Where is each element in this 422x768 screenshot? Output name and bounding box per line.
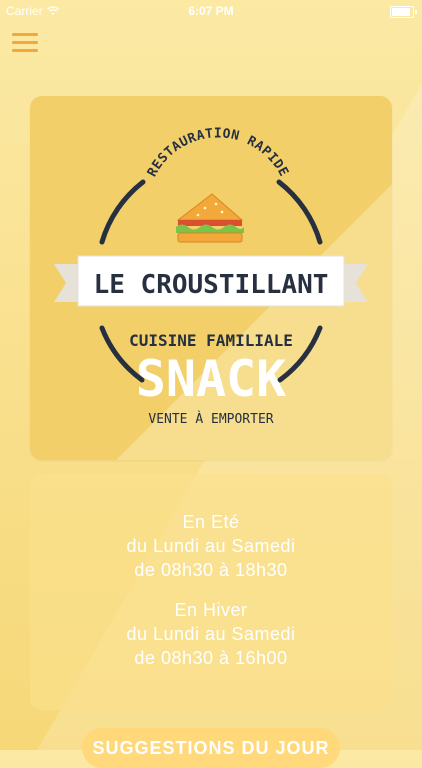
winter-days: du Lundi au Samedi — [126, 624, 296, 644]
restaurant-logo: RESTAURATION RAPIDE LE CROUSTILLANT CUIS… — [54, 126, 368, 427]
suggestions-du-jour-button[interactable]: SUGGESTIONS DU JOUR — [82, 728, 340, 768]
logo-card: RESTAURATION RAPIDE LE CROUSTILLANT CUIS… — [30, 96, 392, 460]
banner-text: LE CROUSTILLANT — [94, 270, 329, 300]
winter-time: de 08h30 à 16h00 — [134, 648, 288, 668]
logo-main-word: SNACK — [136, 350, 287, 408]
summer-days: du Lundi au Samedi — [126, 536, 296, 556]
top-arc-text: RESTAURATION RAPIDE — [145, 126, 291, 179]
summer-title: En Eté — [182, 512, 240, 532]
opening-hours-card: En Eté du Lundi au Samedi de 08h30 à 18h… — [30, 474, 392, 710]
summer-time: de 08h30 à 18h30 — [134, 560, 288, 580]
hamburger-menu-icon[interactable] — [12, 33, 38, 53]
logo-subtitle: CUISINE FAMILIALE — [129, 331, 293, 350]
winter-title: En Hiver — [174, 600, 248, 620]
battery-icon — [390, 6, 417, 18]
sandwich-icon — [176, 193, 244, 243]
logo-tagline: VENTE À EMPORTER — [148, 411, 273, 427]
status-time: 6:07 PM — [188, 4, 234, 18]
status-bar: Carrier 6:07 PM — [0, 0, 422, 22]
svg-text:RESTAURATION RAPIDE: RESTAURATION RAPIDE — [145, 126, 291, 179]
